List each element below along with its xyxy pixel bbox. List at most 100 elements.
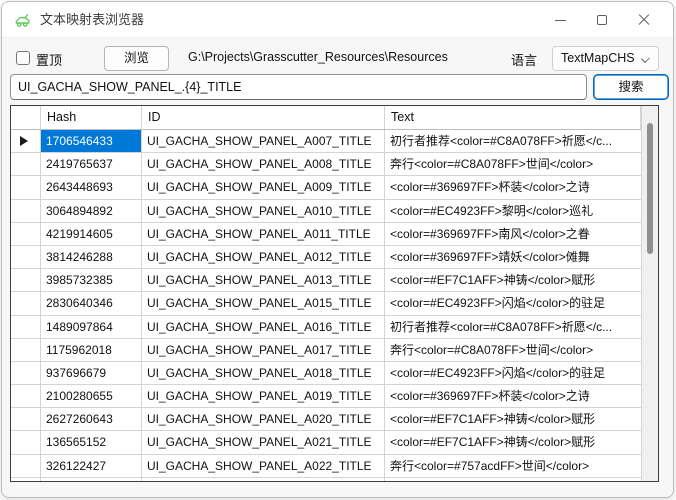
hash-cell[interactable]: 3985732385 [41,269,142,292]
table-row[interactable]: 3814246288UI_GACHA_SHOW_PANEL_A012_TITLE… [11,246,658,269]
maximize-button[interactable] [581,2,623,38]
grid-rows: 1706546433UI_GACHA_SHOW_PANEL_A007_TITLE… [11,130,658,482]
chevron-down-icon [641,54,650,63]
column-header-hash[interactable]: Hash [41,106,142,129]
maximize-icon [597,15,607,25]
table-row[interactable]: 326122427UI_GACHA_SHOW_PANEL_A022_TITLE奔… [11,455,658,478]
table-row[interactable]: 2627260643UI_GACHA_SHOW_PANEL_A020_TITLE… [11,408,658,431]
text-cell[interactable]: 初行者推荐<color=#C8A078FF>祈愿</c... [385,478,641,482]
row-header-cell[interactable] [11,223,41,246]
hash-cell[interactable]: 2830640346 [41,292,142,315]
text-cell[interactable]: <color=#EF7C1AFF>神铸</color>赋形 [385,431,641,454]
id-cell[interactable]: UI_GACHA_SHOW_PANEL_A010_TITLE [142,200,385,223]
hash-cell[interactable]: 1706546433 [41,130,142,153]
text-cell[interactable]: 初行者推荐<color=#C8A078FF>祈愿</c... [385,316,641,339]
search-input[interactable] [10,74,587,100]
text-cell[interactable]: 奔行<color=#757acdFF>世间</color> [385,455,641,478]
row-header-cell[interactable] [11,246,41,269]
hash-cell[interactable]: 2627260643 [41,408,142,431]
hash-cell[interactable]: 1489097864 [41,316,142,339]
row-header-cell[interactable] [11,339,41,362]
text-cell[interactable]: <color=#369697FF>杯装</color>之诗 [385,176,641,199]
browse-button[interactable]: 浏览 [104,46,169,71]
hash-cell[interactable]: 3814246288 [41,246,142,269]
id-cell[interactable]: UI_GACHA_SHOW_PANEL_A022_TITLE [142,455,385,478]
table-row[interactable]: 2643448693UI_GACHA_SHOW_PANEL_A009_TITLE… [11,176,658,199]
hash-cell[interactable]: 1175962018 [41,339,142,362]
app-window: 文本映射表浏览器 置顶 浏览 G:\Projects\Grasscutter_R… [1,1,674,498]
row-header-cell[interactable] [11,292,41,315]
text-cell[interactable]: 奔行<color=#C8A078FF>世间</color> [385,339,641,362]
hash-cell[interactable]: 4219914605 [41,223,142,246]
text-cell[interactable]: <color=#369697FF>杯装</color>之诗 [385,385,641,408]
row-header-cell[interactable] [11,385,41,408]
id-cell[interactable]: UI_GACHA_SHOW_PANEL_A011_TITLE [142,223,385,246]
text-cell[interactable]: 奔行<color=#C8A078FF>世间</color> [385,153,641,176]
search-button[interactable]: 搜索 [593,74,669,100]
hash-cell[interactable]: 326122427 [41,455,142,478]
column-header-text[interactable]: Text [385,106,641,129]
row-header-cell[interactable] [11,200,41,223]
text-cell[interactable]: <color=#EC4923FF>闪焰</color>的驻足 [385,362,641,385]
table-row-partial[interactable]: 初行者推荐<color=#C8A078FF>祈愿</c... [11,478,658,482]
scrollbar-thumb[interactable] [647,123,653,254]
title-bar[interactable]: 文本映射表浏览器 [2,2,673,38]
hash-cell[interactable]: 3064894892 [41,200,142,223]
row-header-cell[interactable] [11,269,41,292]
text-cell[interactable]: <color=#EF7C1AFF>神铸</color>赋形 [385,408,641,431]
column-header-id[interactable]: ID [142,106,385,129]
row-header-cell[interactable] [11,478,41,482]
text-cell[interactable]: <color=#EC4923FF>闪焰</color>的驻足 [385,292,641,315]
text-cell[interactable]: <color=#369697FF>南风</color>之眷 [385,223,641,246]
id-cell[interactable]: UI_GACHA_SHOW_PANEL_A016_TITLE [142,316,385,339]
row-header-cell[interactable] [11,153,41,176]
id-cell[interactable]: UI_GACHA_SHOW_PANEL_A018_TITLE [142,362,385,385]
close-button[interactable] [623,2,665,38]
row-header-cell[interactable] [11,431,41,454]
hash-cell[interactable]: 937696679 [41,362,142,385]
language-selected-value: TextMapCHS [561,51,635,65]
minimize-button[interactable] [539,2,581,38]
text-cell[interactable]: <color=#EF7C1AFF>神铸</color>赋形 [385,269,641,292]
table-row[interactable]: 1706546433UI_GACHA_SHOW_PANEL_A007_TITLE… [11,130,658,153]
row-header-cell[interactable] [11,362,41,385]
row-header-cell[interactable] [11,176,41,199]
table-row[interactable]: 1489097864UI_GACHA_SHOW_PANEL_A016_TITLE… [11,316,658,339]
vertical-scrollbar[interactable] [641,106,658,481]
language-combobox[interactable]: TextMapCHS [552,46,659,71]
table-row[interactable]: 4219914605UI_GACHA_SHOW_PANEL_A011_TITLE… [11,223,658,246]
id-cell[interactable]: UI_GACHA_SHOW_PANEL_A019_TITLE [142,385,385,408]
table-row[interactable]: 3985732385UI_GACHA_SHOW_PANEL_A013_TITLE… [11,269,658,292]
id-cell[interactable]: UI_GACHA_SHOW_PANEL_A007_TITLE [142,130,385,153]
id-cell[interactable]: UI_GACHA_SHOW_PANEL_A017_TITLE [142,339,385,362]
id-cell[interactable] [142,478,385,482]
pin-on-top-checkbox[interactable] [16,51,30,65]
id-cell[interactable]: UI_GACHA_SHOW_PANEL_A009_TITLE [142,176,385,199]
table-row[interactable]: 2830640346UI_GACHA_SHOW_PANEL_A015_TITLE… [11,292,658,315]
id-cell[interactable]: UI_GACHA_SHOW_PANEL_A015_TITLE [142,292,385,315]
id-cell[interactable]: UI_GACHA_SHOW_PANEL_A020_TITLE [142,408,385,431]
row-header-cell[interactable] [11,408,41,431]
hash-cell[interactable] [41,478,142,482]
id-cell[interactable]: UI_GACHA_SHOW_PANEL_A012_TITLE [142,246,385,269]
id-cell[interactable]: UI_GACHA_SHOW_PANEL_A021_TITLE [142,431,385,454]
hash-cell[interactable]: 2100280655 [41,385,142,408]
row-header-cell[interactable] [11,455,41,478]
hash-cell[interactable]: 136565152 [41,431,142,454]
text-cell[interactable]: <color=#369697FF>靖妖</color>傩舞 [385,246,641,269]
table-row[interactable]: 937696679UI_GACHA_SHOW_PANEL_A018_TITLE<… [11,362,658,385]
table-row[interactable]: 3064894892UI_GACHA_SHOW_PANEL_A010_TITLE… [11,200,658,223]
table-row[interactable]: 2419765637UI_GACHA_SHOW_PANEL_A008_TITLE… [11,153,658,176]
table-row[interactable]: 1175962018UI_GACHA_SHOW_PANEL_A017_TITLE… [11,339,658,362]
row-header-cell[interactable] [11,316,41,339]
id-cell[interactable]: UI_GACHA_SHOW_PANEL_A008_TITLE [142,153,385,176]
table-row[interactable]: 2100280655UI_GACHA_SHOW_PANEL_A019_TITLE… [11,385,658,408]
id-cell[interactable]: UI_GACHA_SHOW_PANEL_A013_TITLE [142,269,385,292]
row-header-cell[interactable] [11,130,41,153]
table-row[interactable]: 136565152UI_GACHA_SHOW_PANEL_A021_TITLE<… [11,431,658,454]
hash-cell[interactable]: 2643448693 [41,176,142,199]
hash-cell[interactable]: 2419765637 [41,153,142,176]
text-cell[interactable]: <color=#EC4923FF>黎明</color>巡礼 [385,200,641,223]
textmap-data-grid: Hash ID Text 1706546433UI_GACHA_SHOW_PAN… [10,105,659,482]
text-cell[interactable]: 初行者推荐<color=#C8A078FF>祈愿</c... [385,130,641,153]
